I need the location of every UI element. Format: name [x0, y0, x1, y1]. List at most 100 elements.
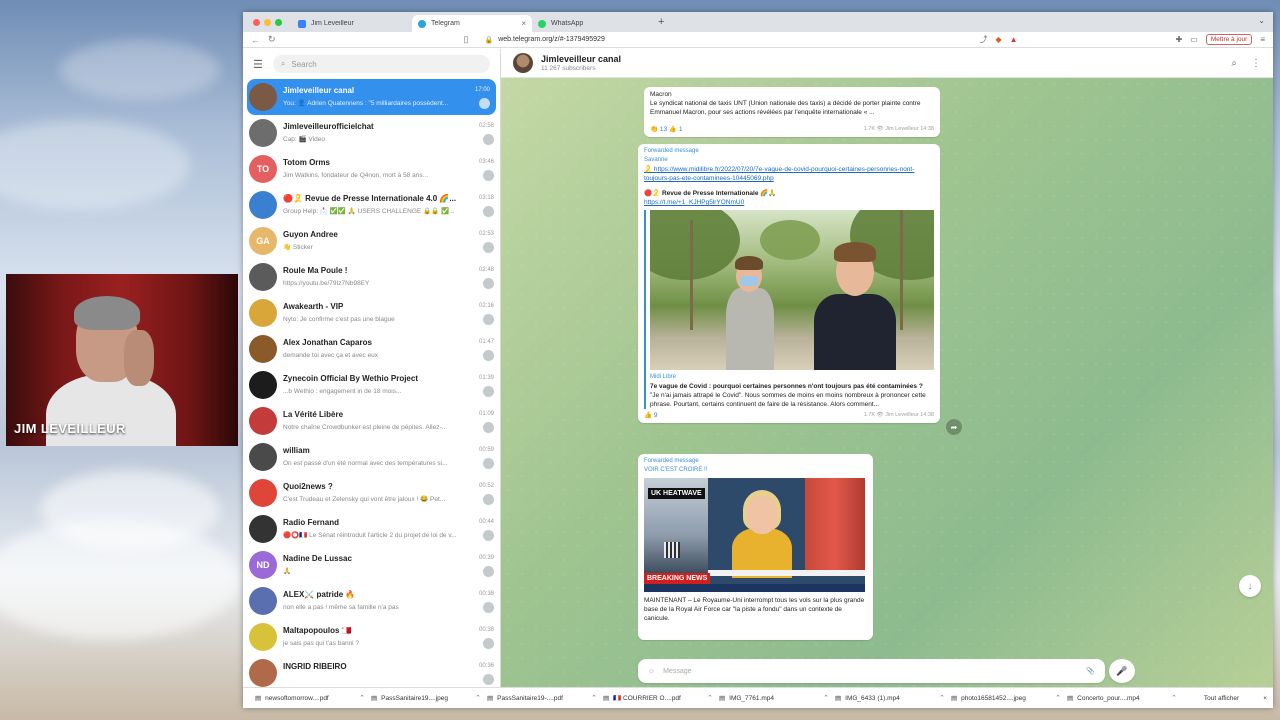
chat-list-item[interactable]: Radio Fernand 00:44 🔴⭕🇫🇷 Le Sénat réintrod… [243, 511, 500, 547]
download-item[interactable]: ▤ PassSanitaire19....jpeg ⌃ [365, 694, 481, 703]
search-input[interactable]: ⌕ Search [272, 55, 490, 73]
message-input[interactable]: Message [663, 668, 1078, 675]
chat-time: 01:09 [478, 411, 494, 417]
chat-avatar [249, 479, 277, 507]
message-composer[interactable]: ☺ Message 📎 [638, 659, 1105, 683]
download-filename: PassSanitaire19....jpeg [381, 694, 449, 702]
share-icon[interactable]: ⤴ [979, 34, 987, 45]
chat-list-item[interactable]: Quoi2news ? 00:52 C'est Trudeau et Zelensk… [243, 475, 500, 511]
channel-avatar[interactable] [513, 53, 533, 73]
close-downloads-icon[interactable]: × [1263, 695, 1267, 702]
unread-badge [483, 277, 494, 289]
download-item[interactable]: ▤ IMG_6433 (1).mp4 ⌃ [829, 694, 945, 703]
chat-list-item[interactable]: TO Totom Orms 03:46 Jim Watkins, fondateur … [243, 151, 500, 187]
file-icon: ▤ [835, 695, 842, 702]
forwarded-source[interactable]: Savanne [644, 156, 934, 165]
message-reactions[interactable]: 👍 9 [644, 411, 658, 420]
chat-list-item[interactable]: Alex Jonathan Caparos 01:47 demande toi av… [243, 331, 500, 367]
chat-avatar [249, 623, 277, 651]
new-tab-button[interactable]: + [652, 16, 670, 28]
unread-badge [479, 97, 490, 109]
tab-whatsapp[interactable]: WhatsApp [532, 15, 652, 32]
maximize-window-button[interactable] [275, 18, 282, 26]
chat-name: Quoi2news ? [283, 481, 333, 491]
chat-list-item[interactable]: Jimleveilleurofficielchat 02:58 Cap: 🎬 Vid… [243, 115, 500, 151]
chat-list-item[interactable]: Awakearth - VIP 02:16 Nyto: Je confirme c'… [243, 295, 500, 331]
unread-badge [483, 349, 494, 361]
chat-time: 01:47 [478, 339, 494, 345]
photo-person [720, 252, 780, 370]
brave-shield-icon[interactable]: ◆ [995, 35, 1001, 44]
hamburger-menu-icon[interactable]: ☰ [253, 58, 263, 71]
download-item[interactable]: ▤ IMG_7761.mp4 ⌃ [713, 694, 829, 703]
chat-preview: non elle a pas ! même sa famille n'a pas [283, 603, 399, 611]
rewards-icon[interactable]: ▲ [1010, 35, 1018, 44]
chat-list-item[interactable]: 🔴🎗️ Revue de Presse Internationale 4.0 🌈… [243, 187, 500, 223]
chat-preview: Cap: 🎬 Video [283, 136, 325, 143]
extensions-icon[interactable]: ✚ [1176, 35, 1183, 44]
chevron-down-icon[interactable]: ⌄ [1258, 16, 1265, 25]
preview-photo[interactable] [650, 210, 934, 370]
chat-list-item[interactable]: GA Guyon Andree 02:53 👋 Sticker [243, 223, 500, 259]
video-thumbnail[interactable]: UK HEATWAVE BREAKING NEWS [644, 478, 865, 592]
download-item[interactable]: ▤ Concerto_pour....mp4 ⌃ [1061, 694, 1177, 703]
chat-list-item[interactable]: Maltapopoulos 🇲🇹 00:38 je sais pas qui t'a… [243, 619, 500, 655]
forwarded-source[interactable]: VOIR C'EST CROIRE !! [644, 466, 867, 475]
chat-preview: https://youtu.be/79Iz7Nb98EY [283, 279, 370, 287]
update-button[interactable]: Mettre à jour [1205, 34, 1253, 45]
attach-icon[interactable]: 📎 [1086, 667, 1095, 675]
link-preview[interactable]: Midi Libre 7e vague de Covid : pourquoi … [644, 210, 934, 409]
chat-name: Awakearth - VIP [283, 301, 344, 311]
chevron-up-icon[interactable]: ⌃ [1171, 694, 1177, 702]
chat-list-item[interactable]: ALEX⚔️ patride 🔥 00:38 non elle a pas ! mê… [243, 583, 500, 619]
chat-time: 00:44 [478, 519, 494, 525]
file-icon: ▤ [719, 695, 726, 702]
download-item[interactable]: ▤ 🇫🇷 COURRIER O....pdf ⌃ [597, 694, 713, 702]
more-options-icon[interactable]: ⋮ [1251, 58, 1261, 69]
share-message-icon[interactable]: ➦ [946, 419, 962, 435]
chat-list-item[interactable]: ND Nadine De Lussac 00:39 🙏 [243, 547, 500, 583]
back-icon[interactable]: ← [251, 35, 260, 45]
chat-preview: 🔴⭕🇫🇷 Le Sénat réintroduit l'article 2 du… [283, 532, 457, 539]
emoji-icon[interactable]: ☺ [648, 668, 655, 675]
chat-list-item[interactable]: Roule Ma Poule ! 02:48 https://youtu.be/79… [243, 259, 500, 295]
tab-close-icon[interactable]: × [521, 19, 526, 28]
file-icon: ▤ [255, 695, 262, 702]
chat-list-item[interactable]: La Vérité Libère 01:09 Notre chaîne Crowdb… [243, 403, 500, 439]
minimize-window-button[interactable] [264, 18, 271, 26]
chat-time: 03:18 [478, 195, 494, 201]
chat-list-item[interactable]: william 00:59 On est passé d'un été normal… [243, 439, 500, 475]
download-item[interactable]: ▤ PassSanitaire19-....pdf ⌃ [481, 694, 597, 703]
chat-avatar [249, 263, 277, 291]
chat-list-item[interactable]: INGRID RIBEIRO 00:36 [243, 655, 500, 687]
chat-list-item[interactable]: Zynecoin Official By Wethio Project 01:39… [243, 367, 500, 403]
tab-jim-leveilleur[interactable]: Jim Leveilleur [292, 15, 412, 32]
url-field[interactable]: 🔒 web.telegram.org/z/#-1379495929 [485, 36, 972, 44]
file-icon: ▤ [951, 695, 958, 702]
download-filename: Concerto_pour....mp4 [1077, 694, 1140, 702]
search-icon[interactable]: ⌕ [1231, 58, 1237, 69]
invite-link[interactable]: https://t.me/+1_KJHPg5lrYONmU0 [644, 198, 934, 207]
download-item[interactable]: ▤ newsoftomorrow....pdf ⌃ [249, 694, 365, 703]
download-item[interactable]: ▤ photo16581452....jpeg ⌃ [945, 694, 1061, 703]
message-bubble: Forwarded message Savanne 🎗️ https://www… [638, 144, 940, 423]
close-window-button[interactable] [253, 18, 260, 26]
channel-title[interactable]: Jimleveilleur canal [541, 54, 621, 64]
chat-name: 🔴🎗️ Revue de Presse Internationale 4.0 🌈… [283, 193, 457, 203]
chat-list-item[interactable]: Jimleveilleur canal 17:00 You: 👤 Adrien Qu… [247, 79, 496, 115]
message-stamp: 1.7K 👁 Jim Leveilleur 14:38 [863, 412, 934, 418]
message-reactions[interactable]: 👏 13 👍 1 [650, 125, 682, 134]
bookmark-icon[interactable]: ▯ [464, 34, 469, 45]
file-icon: ▤ [487, 695, 494, 702]
microphone-button[interactable]: 🎤 [1109, 659, 1135, 683]
sidebar-icon[interactable]: ▭ [1190, 35, 1198, 44]
menu-icon[interactable]: ≡ [1260, 35, 1265, 44]
show-all-downloads-button[interactable]: Tout afficher [1204, 695, 1239, 702]
scroll-to-bottom-button[interactable]: ↓ [1239, 575, 1261, 597]
search-icon: ⌕ [280, 59, 286, 68]
chat-preview: You: 👤 Adrien Quatennens : "5 milliardai… [283, 100, 449, 107]
reload-icon[interactable]: ↻ [268, 34, 276, 45]
tab-telegram[interactable]: Telegram × [412, 15, 532, 32]
article-link[interactable]: 🎗️ https://www.midilibre.fr/2022/07/20/7… [644, 165, 934, 183]
tab-bar: Jim Leveilleur Telegram × WhatsApp + ⌄ [243, 12, 1273, 32]
